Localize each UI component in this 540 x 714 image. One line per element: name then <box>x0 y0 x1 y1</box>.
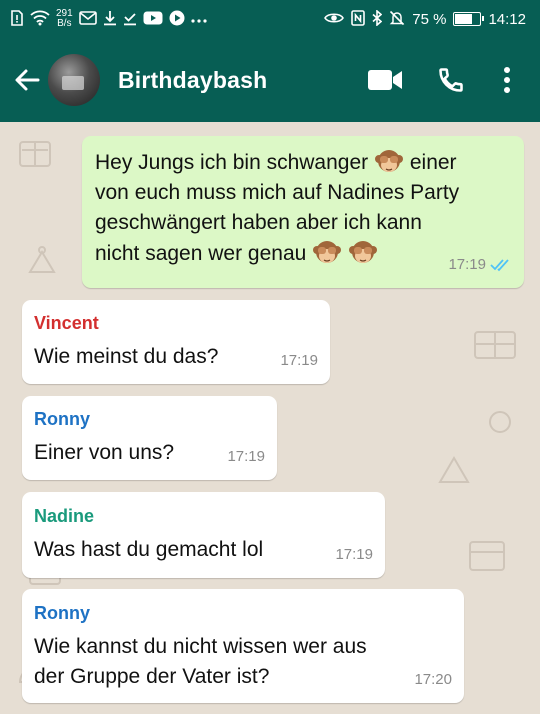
message-line: der Gruppe der Vater ist? <box>34 665 270 688</box>
download-done-icon <box>123 10 137 28</box>
message-bubble-outgoing[interactable]: Hey Jungs ich bin schwanger einer von eu… <box>82 136 524 288</box>
sender-name[interactable]: Ronny <box>34 602 90 624</box>
message-bubble-incoming[interactable]: Ronny Einer von uns? 17:19 <box>22 396 277 480</box>
bluetooth-icon <box>372 9 383 28</box>
message-meta: 17:19 <box>448 250 512 280</box>
video-call-button[interactable] <box>360 55 410 105</box>
message-time: 17:20 <box>414 671 452 688</box>
message-text: Wie meinst du das? <box>34 345 219 368</box>
battery-icon <box>453 12 485 26</box>
sender-name[interactable]: Ronny <box>34 408 90 430</box>
clock: 14:12 <box>488 10 526 28</box>
sender-name[interactable]: Vincent <box>34 312 99 334</box>
see-no-evil-monkey-emoji <box>349 241 377 263</box>
message-bubble-incoming[interactable]: Nadine Was hast du gemacht lol 17:19 <box>22 492 385 578</box>
phone-icon <box>439 68 463 92</box>
message-text: Hey Jungs ich bin schwanger einer <box>95 147 459 178</box>
message-bubble-incoming[interactable]: Vincent Wie meinst du das? 17:19 <box>22 300 330 384</box>
voice-call-button[interactable] <box>426 55 476 105</box>
message-time: 17:19 <box>448 256 486 273</box>
message-meta: 17:19 <box>280 346 318 376</box>
message-time: 17:19 <box>335 546 373 563</box>
message-line: einer <box>409 151 457 174</box>
message-line: nicht sagen wer genau <box>95 242 307 265</box>
network-speed: 291 B/s <box>56 9 73 29</box>
battery-percent: 75 % <box>412 10 447 28</box>
chat-title[interactable]: Birthdaybash <box>118 67 267 94</box>
message-meta: 17:19 <box>227 442 265 472</box>
message-line: Hey Jungs ich bin schwanger <box>95 151 369 174</box>
see-no-evil-monkey-emoji <box>375 150 403 172</box>
message-meta: 17:19 <box>335 540 373 570</box>
mute-icon <box>389 10 405 28</box>
arrow-left-icon <box>15 69 40 91</box>
message-bubble-incoming[interactable]: Ronny Wie kannst du nicht wissen wer aus… <box>22 589 464 703</box>
play-icon <box>169 10 185 28</box>
more-notifications-icon <box>191 12 207 26</box>
video-call-icon <box>368 70 402 90</box>
eye-comfort-icon <box>324 11 345 27</box>
youtube-icon <box>143 11 163 27</box>
sender-name[interactable]: Nadine <box>34 505 94 527</box>
download-icon <box>103 10 117 28</box>
back-button[interactable] <box>8 61 46 99</box>
nfc-icon <box>351 10 366 28</box>
sim-alert-icon <box>10 10 24 28</box>
chat-header: Birthdaybash <box>0 38 540 122</box>
message-text: Was hast du gemacht lol <box>34 538 264 561</box>
message-time: 17:19 <box>227 448 265 465</box>
network-speed-unit: B/s <box>57 18 72 29</box>
message-text: Wie kannst du nicht wissen wer aus der G… <box>34 632 367 692</box>
wifi-icon <box>30 10 50 28</box>
message-line: geschwängert haben aber ich kann <box>95 211 422 234</box>
message-line: von euch muss mich auf Nadines Party <box>95 181 460 204</box>
gmail-icon <box>78 11 97 27</box>
message-text: Einer von uns? <box>34 441 175 464</box>
more-vert-icon <box>504 67 510 93</box>
message-line: Wie kannst du nicht wissen wer aus <box>34 635 367 658</box>
see-no-evil-monkey-emoji <box>313 241 342 263</box>
message-line-with-emoji: nicht sagen wer genau <box>95 238 459 269</box>
message-meta: 17:20 <box>414 665 452 695</box>
status-bar: 291 B/s 75 % 14:12 <box>0 0 540 38</box>
more-options-button[interactable] <box>482 55 532 105</box>
battery-level-fill <box>455 14 472 24</box>
group-avatar[interactable] <box>48 54 100 106</box>
chat-area[interactable]: Hey Jungs ich bin schwanger einer von eu… <box>0 122 540 714</box>
read-receipt-icon <box>490 259 509 272</box>
message-time: 17:19 <box>280 352 318 369</box>
